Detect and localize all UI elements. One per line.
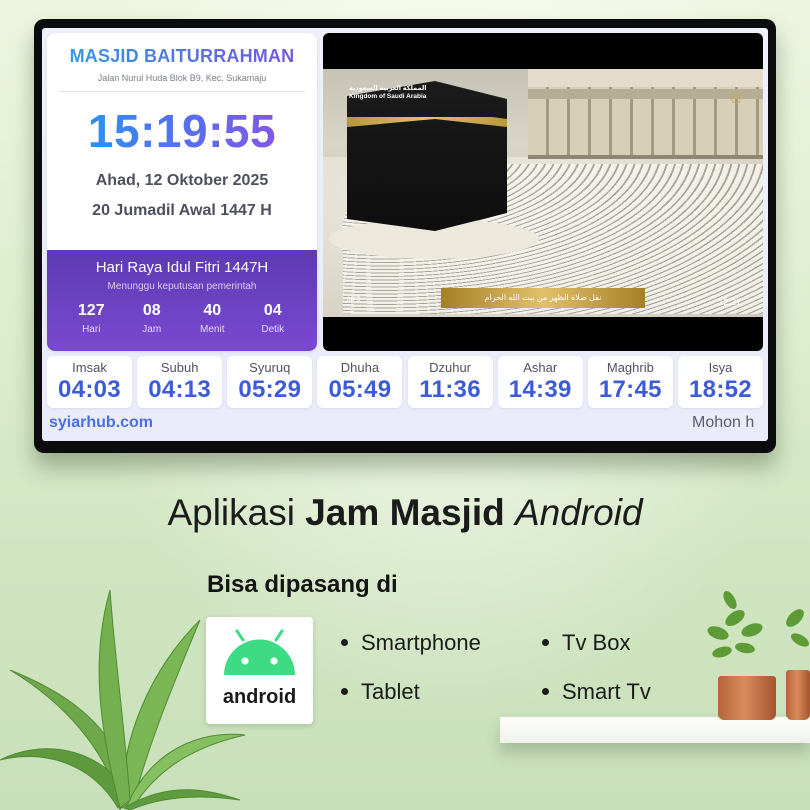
feature-item: Smartphone [339,630,481,679]
feature-list-1: Smartphone Tablet [339,630,481,728]
prayer-time: 05:29 [238,376,302,403]
prayer-name: Dzuhur [429,360,472,375]
event-subtitle: Menunggu keputusan pemerintah [107,281,257,292]
headline-bold: Jam Masjid [305,492,505,533]
prayer-card-dzuhur: Dzuhur 11:36 [407,356,493,408]
kaaba-image [347,81,507,231]
countdown-value: 08 [142,302,161,319]
countdown-label: Hari [82,324,101,335]
countdown-label: Jam [142,324,162,335]
countdown: 127 Hari 08 Jam 40 Menit 04 Detik [61,302,303,335]
prayer-card-dhuha: Dhuha 05:49 [317,356,403,408]
countdown-value: 127 [77,302,105,319]
plant-left-icon [0,589,246,810]
footer-website: syiarhub.com [49,414,154,431]
promo-headline: Aplikasi Jam Masjid Android [0,492,810,534]
feature-item: Tablet [339,679,481,728]
prayer-name: Isya [708,360,733,375]
mosque-name: MASJID BAITURRAHMAN [47,46,317,67]
prayer-times-row: Imsak 04:03 Subuh 04:13 Syuruq 05:29 Dhu… [47,356,763,408]
prayer-name: Subuh [160,360,199,375]
countdown-minutes: 40 Menit [187,302,237,335]
prayer-time: 05:49 [328,376,392,403]
video-time: 12:21 [718,297,741,307]
countdown-label: Detik [261,324,285,335]
prayer-time: 04:03 [58,376,121,403]
event-title: Hari Raya Idul Fitri 1447H [95,259,269,276]
prayer-time: 18:52 [689,376,752,403]
event-countdown-box: Hari Raya Idul Fitri 1447H Menunggu kepu… [47,250,317,351]
prayer-card-imsak: Imsak 04:03 [47,356,132,408]
prayer-card-subuh: Subuh 04:13 [137,356,223,408]
channel-label-english: Kingdom of Saudi Arabia [349,93,427,100]
countdown-seconds: 04 Detik [248,302,298,335]
prayer-name: Maghrib [606,360,654,375]
video-temperature: 36°C [347,297,361,303]
channel-logo-icon: ۞ [730,85,742,107]
prayer-time: 14:39 [508,376,572,403]
mosque-clock-screen: MASJID BAITURRAHMAN Jalan Nurul Huda Blo… [42,28,768,441]
countdown-days: 127 Hari [66,302,116,335]
prayer-time: 04:13 [148,376,212,403]
digital-clock: 15:19:55 [47,104,317,158]
headline-normal: Aplikasi [167,492,306,533]
countdown-label: Menit [200,324,225,335]
prayer-name: Imsak [72,360,107,375]
prayer-name: Syuruq [249,360,291,375]
plant-pot [786,670,810,720]
mosque-address: Jalan Nurul Huda Blok B9, Kec. Sukamaju [97,73,267,83]
info-panel: MASJID BAITURRAHMAN Jalan Nurul Huda Blo… [47,33,317,351]
countdown-value: 04 [263,302,282,319]
prayer-card-isya: Isya 18:52 [677,356,763,408]
feature-item: Tv Box [540,630,651,679]
live-video-player[interactable]: المملكة العربية السعودية Kingdom of Saud… [323,33,763,351]
video-ticker: نقل صلاة الظهر من بيت الله الحرام [441,288,645,308]
video-frame: المملكة العربية السعودية Kingdom of Saud… [323,69,763,317]
countdown-value: 40 [203,302,222,319]
gregorian-date: Ahad, 12 Oktober 2025 [95,172,269,189]
divider [59,91,305,92]
hijri-date: 20 Jumadil Awal 1447 H [92,202,272,219]
prayer-time: 17:45 [598,376,662,403]
prayer-card-maghrib: Maghrib 17:45 [587,356,673,408]
channel-label-arabic: المملكة العربية السعودية [349,85,427,92]
footer-running-text: Mohon h [692,414,755,431]
headline-italic: Android [515,492,643,533]
prayer-name: Dhuha [340,360,380,375]
countdown-hours: 08 Jam [127,302,177,335]
feature-list-2: Tv Box Smart Tv [540,630,651,728]
channel-label: المملكة العربية السعودية Kingdom of Saud… [349,85,427,101]
prayer-card-ashar: Ashar 14:39 [497,356,583,408]
prayer-time: 11:36 [419,376,481,403]
wall-shelf [500,717,810,743]
plant-pot [718,676,776,720]
prayer-name: Ashar [523,360,558,375]
tv-frame: MASJID BAITURRAHMAN Jalan Nurul Huda Blo… [34,19,776,453]
prayer-card-syuruq: Syuruq 05:29 [227,356,313,408]
